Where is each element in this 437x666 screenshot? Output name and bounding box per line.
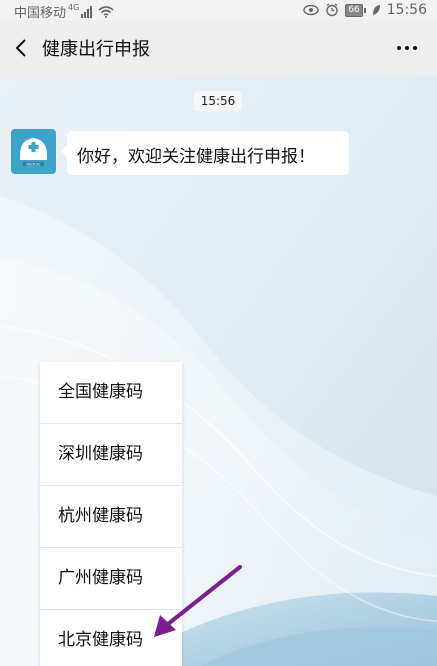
- more-button[interactable]: [393, 34, 421, 62]
- message-timestamp: 15:56: [194, 91, 242, 111]
- menu-item-guangzhou-health-code[interactable]: 广州健康码: [40, 548, 182, 610]
- menu-item-shenzhen-health-code[interactable]: 深圳健康码: [40, 424, 182, 486]
- menu-item-beijing-health-code[interactable]: 北京健康码: [40, 610, 182, 666]
- more-icon: [397, 46, 417, 50]
- status-right: 66 15:56: [303, 2, 427, 18]
- avatar-label: MEDICAL: [26, 162, 40, 166]
- chat-header: 健康出行申报: [0, 20, 437, 76]
- carrier-name: 中国移动: [14, 6, 67, 21]
- menu-item-national-health-code[interactable]: 全国健康码: [40, 362, 182, 424]
- battery-icon: 66: [345, 3, 366, 17]
- leaf-icon: [372, 5, 380, 15]
- avatar[interactable]: MEDICAL: [11, 129, 56, 174]
- page-title: 健康出行申报: [42, 39, 150, 60]
- status-bar: 中国移动 4G 66 15:56: [0, 0, 437, 21]
- network-type: 4G: [68, 3, 80, 12]
- medical-logo-icon: MEDICAL: [11, 129, 56, 174]
- popup-menu: 全国健康码 深圳健康码 杭州健康码 广州健康码 北京健康码: [40, 362, 182, 666]
- message-bubble[interactable]: 你好，欢迎关注健康出行申报！: [61, 131, 349, 175]
- back-button[interactable]: [8, 34, 36, 62]
- signal-icon: [81, 5, 93, 18]
- alarm-icon: [326, 3, 338, 17]
- message-text: 你好，欢迎关注健康出行申报！: [77, 147, 315, 167]
- chat-area[interactable]: 15:56 MEDICAL 你好，欢迎关注健康出行申报！ 全国健康码 深圳健康码…: [0, 76, 437, 666]
- menu-item-hangzhou-health-code[interactable]: 杭州健康码: [40, 486, 182, 548]
- battery-level: 66: [345, 3, 363, 17]
- status-left: 中国移动 4G: [14, 2, 114, 21]
- status-time: 15:56: [386, 2, 427, 18]
- chevron-left-icon: [15, 39, 26, 57]
- wifi-icon: [98, 6, 114, 18]
- eye-icon: [303, 4, 319, 16]
